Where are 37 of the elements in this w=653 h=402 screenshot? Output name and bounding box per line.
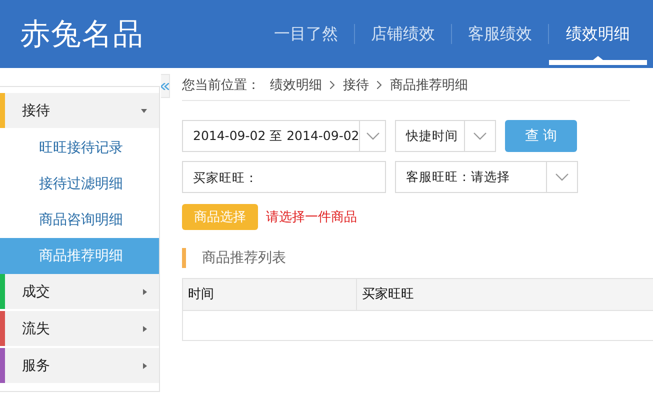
chevron-right-icon xyxy=(377,81,382,89)
caret-right-icon xyxy=(143,326,147,332)
sidebar-item[interactable]: 商品咨询明细 xyxy=(0,202,159,238)
accent-bar xyxy=(182,248,186,268)
buyer-input-field[interactable]: 买家旺旺： xyxy=(182,161,386,193)
caret-right-icon xyxy=(143,288,147,294)
nav-tab[interactable]: 客服绩效 xyxy=(452,0,548,68)
chevron-down-icon xyxy=(555,173,569,181)
breadcrumb-link[interactable]: 绩效明细 xyxy=(270,76,322,94)
active-tab-indicator-icon xyxy=(549,56,647,65)
sidebar-group[interactable]: 服务 xyxy=(0,348,159,385)
nav-tab[interactable]: 绩效明细 xyxy=(549,0,647,68)
caret-down-icon xyxy=(141,108,147,112)
sidebar-group[interactable]: 成交 xyxy=(0,274,159,311)
sidebar-item[interactable]: 接待过滤明细 xyxy=(0,166,159,202)
date-range-select[interactable]: 2014-09-02 至 2014-09-02 xyxy=(182,120,386,152)
section-title: 商品推荐列表 xyxy=(202,249,286,267)
chevron-right-icon xyxy=(330,81,335,89)
caret-right-icon xyxy=(143,362,147,368)
nav-tab[interactable]: 一目了然 xyxy=(258,0,354,68)
sidebar-group[interactable]: 流失 xyxy=(0,311,159,348)
sidebar-item[interactable]: 旺旺接待记录 xyxy=(0,130,159,166)
nav-tab[interactable]: 店铺绩效 xyxy=(355,0,451,68)
chevron-down-icon xyxy=(473,132,487,140)
breadcrumb-link[interactable]: 商品推荐明细 xyxy=(390,76,468,94)
quick-time-select[interactable]: 快捷时间 xyxy=(395,120,496,152)
column-header: 买家旺旺 xyxy=(361,286,415,304)
column-header: 时间 xyxy=(183,279,357,310)
breadcrumb-link[interactable]: 接待 xyxy=(343,76,369,94)
logo: 赤兔名品 xyxy=(20,16,145,54)
warning-text: 请选择一件商品 xyxy=(266,209,357,226)
collapse-button[interactable] xyxy=(161,74,170,98)
breadcrumb-label: 您当前位置： xyxy=(182,77,260,94)
service-select[interactable]: 客服旺旺：请选择 xyxy=(395,161,578,193)
double-chevron-left-icon xyxy=(161,82,169,90)
chevron-down-icon xyxy=(366,132,380,140)
sidebar-group[interactable]: 接待 xyxy=(0,93,159,130)
